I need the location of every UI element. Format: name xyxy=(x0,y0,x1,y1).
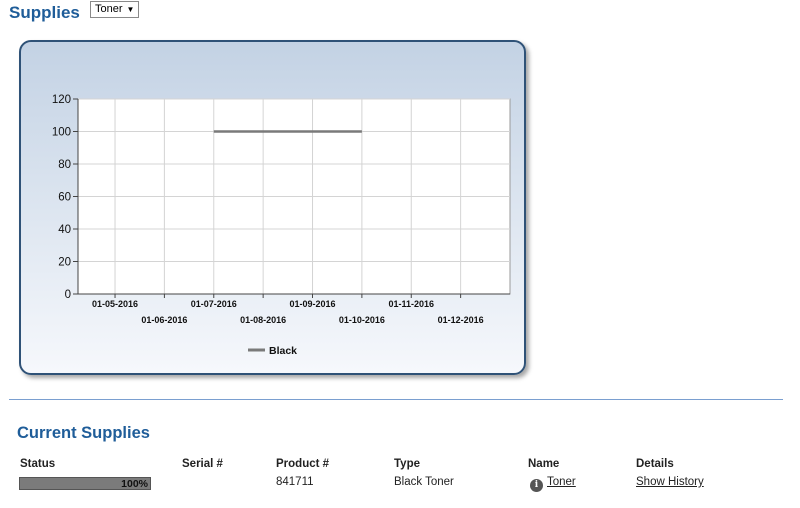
supplies-chart: 0 20 40 60 80 100 120 01-05-2016 01-06-2016 01-07… xyxy=(19,40,526,375)
y-tick-label: 100 xyxy=(52,127,71,139)
product-column-header: Product # xyxy=(276,458,330,470)
details-column-header: Details xyxy=(636,458,674,470)
y-tick-label: 0 xyxy=(65,289,71,301)
product-number: 841711 xyxy=(276,476,314,488)
section-divider xyxy=(9,399,783,400)
current-supplies-title: Current Supplies xyxy=(17,424,150,442)
y-tick-label: 20 xyxy=(58,257,71,269)
toner-level-bar: 100% xyxy=(19,477,151,490)
legend-label: Black xyxy=(269,345,297,357)
supply-type: Black Toner xyxy=(394,476,454,488)
x-tick-label: 01-05-2016 xyxy=(92,299,138,309)
y-tick-label: 40 xyxy=(58,224,71,236)
y-tick-label: 80 xyxy=(58,159,71,171)
x-tick-label: 01-06-2016 xyxy=(141,315,187,325)
x-tick-label: 01-10-2016 xyxy=(339,315,385,325)
chevron-down-icon: ▼ xyxy=(126,5,135,14)
x-tick-label: 01-09-2016 xyxy=(289,299,335,309)
serial-column-header: Serial # xyxy=(182,458,223,470)
chart-canvas: 0 20 40 60 80 100 120 01-05-201601-06-2016 01-07… xyxy=(52,94,511,357)
show-history-link[interactable]: Show History xyxy=(636,476,704,488)
type-column-header: Type xyxy=(394,458,420,470)
supply-type-select[interactable]: Toner ▼ xyxy=(90,1,140,18)
name-column-header: Name xyxy=(528,458,560,470)
page-title: Supplies xyxy=(9,3,80,22)
status-column-header: Status xyxy=(20,458,56,470)
x-tick-label: 01-07-2016 xyxy=(191,299,237,309)
supply-name-link[interactable]: Toner xyxy=(547,476,576,488)
supply-name: i Toner xyxy=(530,476,576,492)
supply-type-value: Toner xyxy=(95,3,123,15)
y-tick-label: 60 xyxy=(58,192,71,204)
x-tick-label: 01-08-2016 xyxy=(240,315,286,325)
x-tick-label: 01-11-2016 xyxy=(388,299,434,309)
x-tick-label: 01-12-2016 xyxy=(438,315,484,325)
toner-level-text: 100% xyxy=(121,478,148,490)
info-icon[interactable]: i xyxy=(530,479,543,492)
y-tick-label: 120 xyxy=(52,94,71,106)
details-cell: Show History xyxy=(636,476,704,488)
